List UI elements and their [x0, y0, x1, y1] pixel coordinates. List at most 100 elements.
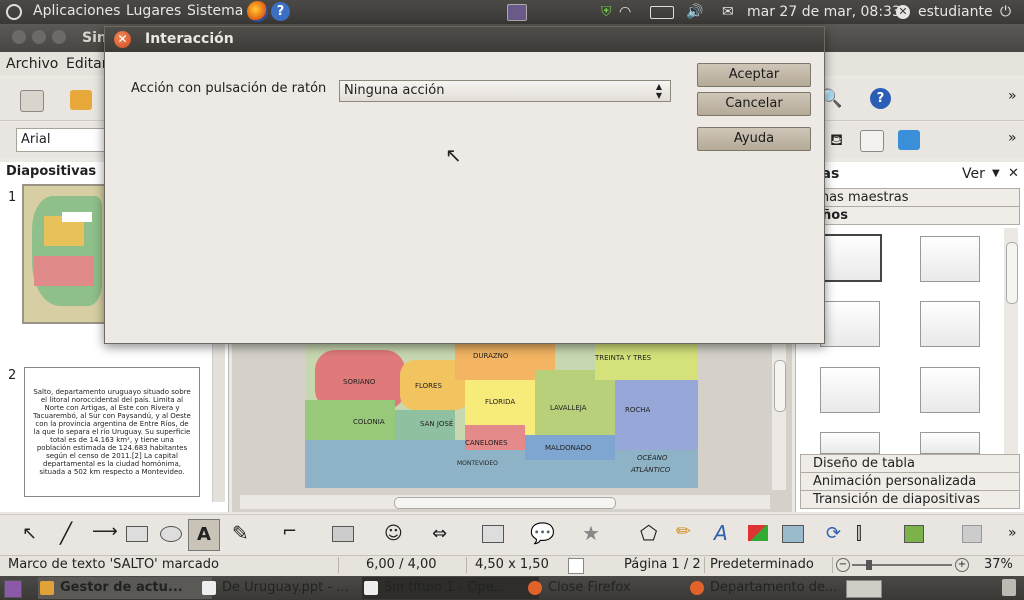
window-close-icon[interactable] [12, 30, 26, 44]
task-sin-titulo[interactable]: Sin título 1 - Ope... [362, 577, 539, 599]
spin-arrows-icon[interactable]: ▲ ▼ [656, 82, 662, 100]
user-name[interactable]: estudiante [918, 4, 993, 20]
toolbar-overflow-icon[interactable]: » [1008, 88, 1017, 104]
color-picker-icon[interactable] [898, 130, 920, 150]
flowchart-icon[interactable] [482, 525, 504, 543]
zoom-out-icon[interactable]: − [836, 558, 850, 572]
layout-extra-2[interactable] [920, 432, 980, 454]
text-attributes-icon[interactable] [860, 130, 884, 152]
map-label-lavalleja: LAVALLEJA [550, 404, 587, 412]
layout-extra-1[interactable] [820, 432, 880, 454]
extrusion-icon[interactable] [782, 525, 804, 543]
slides-scrollbar[interactable] [212, 332, 225, 502]
new-document-icon[interactable] [20, 90, 44, 112]
workspace-switcher[interactable] [846, 580, 882, 598]
document-modified-icon[interactable] [568, 558, 584, 574]
vertical-scrollbar[interactable] [772, 340, 786, 490]
section-slide-transition[interactable]: Transición de diapositivas [800, 490, 1020, 509]
accept-button[interactable]: Aceptar [697, 63, 811, 87]
ellipse-icon[interactable] [160, 526, 182, 542]
zoom-in-icon[interactable]: + [955, 558, 969, 572]
window-maximize-icon[interactable] [52, 30, 66, 44]
show-desktop-icon[interactable] [4, 580, 22, 598]
layouts-scrollbar[interactable] [1004, 228, 1018, 454]
mouse-cursor-icon: ↖ [445, 143, 462, 167]
line-icon[interactable]: ╱ [60, 521, 72, 545]
menu-editar[interactable]: Editar [66, 56, 107, 72]
layout-title-only[interactable] [820, 367, 880, 413]
rectangle-icon[interactable] [126, 526, 148, 542]
mouse-action-select[interactable]: Ninguna acción ▲ ▼ [339, 80, 671, 102]
section-table-design[interactable]: Diseño de tabla [800, 454, 1020, 473]
close-icon[interactable]: ✕ [114, 31, 131, 48]
update-shield-icon[interactable]: ⛨ [601, 4, 612, 20]
task-update-manager[interactable]: Gestor de actu... [38, 577, 212, 599]
view-menu[interactable]: Ver [962, 166, 985, 182]
power-icon[interactable]: ⏻ [1000, 4, 1011, 20]
volume-icon[interactable]: 🔊 [686, 4, 703, 20]
task-de-uruguay[interactable]: De Uruguay.ppt - ... [200, 577, 377, 599]
curve-icon[interactable]: ✎ [232, 521, 249, 545]
task-departamento[interactable]: Departamento de... [688, 577, 865, 599]
menu-places[interactable]: Lugares [126, 3, 181, 19]
connector-icon[interactable]: ⌐ [282, 521, 297, 542]
fontwork-icon[interactable]: A [714, 521, 728, 545]
paint-bucket-icon[interactable]: ⛾ [830, 130, 843, 151]
stars-icon[interactable]: ★ [582, 521, 600, 545]
section-custom-animation[interactable]: Animación personalizada [800, 472, 1020, 491]
toolbar-overflow2-icon[interactable]: » [1008, 130, 1017, 146]
align-icon[interactable]: ⫿ [856, 523, 862, 544]
slide-thumb-1[interactable] [22, 184, 110, 324]
menu-applications[interactable]: Aplicaciones [33, 3, 120, 19]
menu-archivo[interactable]: Archivo [6, 56, 58, 72]
clock[interactable]: mar 27 de mar, 08:33 [747, 4, 901, 20]
layout-blank[interactable] [820, 234, 882, 282]
close-pane-icon[interactable]: ✕ [1008, 166, 1019, 181]
status-zoom[interactable]: 37% [980, 557, 1022, 573]
help-toolbar-icon[interactable]: ? [870, 88, 891, 109]
layout-two-columns[interactable] [920, 301, 980, 347]
slide-thumb-2[interactable]: Salto, departamento uruguayo situado sob… [24, 367, 200, 497]
zoom-slider-handle[interactable] [866, 560, 872, 570]
ubuntu-logo-icon[interactable] [6, 4, 22, 20]
task-label: De Uruguay.ppt - ... [222, 580, 349, 595]
task-close-firefox[interactable]: Close Firefox [526, 577, 703, 599]
glue-points-icon[interactable]: ✏ [676, 521, 691, 542]
interaction-dialog: ✕ Interacción Acción con pulsación de ra… [104, 26, 825, 344]
layout-title-content[interactable] [920, 236, 980, 282]
points-icon[interactable]: ⬠ [640, 521, 657, 545]
trash-icon[interactable] [1002, 579, 1016, 596]
section-master-pages[interactable]: áginas maestras [800, 188, 1020, 207]
help-button[interactable]: Ayuda [697, 127, 811, 151]
block-arrows-icon[interactable]: ⇔ [432, 523, 447, 544]
callouts-icon[interactable]: 💬 [530, 521, 555, 545]
window-minimize-icon[interactable] [32, 30, 46, 44]
horizontal-scrollbar[interactable] [240, 495, 770, 509]
uruguay-map-image[interactable]: DURAZNO TREINTA Y TRES SORIANO FLORES FL… [305, 340, 698, 488]
network-manager-icon[interactable] [507, 4, 527, 21]
layout-title-list[interactable] [820, 301, 880, 347]
mail-icon[interactable]: ✉ [722, 4, 734, 20]
cancel-button[interactable]: Cancelar [697, 92, 811, 116]
font-name-input[interactable]: Arial [16, 128, 110, 152]
battery-icon[interactable] [650, 6, 674, 19]
insert-image-icon[interactable] [748, 525, 768, 541]
view-dropdown-icon[interactable]: ▼ [992, 168, 1000, 179]
basic-shapes-icon[interactable] [332, 526, 354, 542]
help-icon[interactable]: ? [271, 2, 290, 21]
draw-toolbar-overflow-icon[interactable]: » [1008, 525, 1017, 541]
line-arrow-icon[interactable]: ⟶ [92, 521, 118, 542]
firefox-icon[interactable] [247, 1, 268, 22]
group-icon[interactable] [962, 525, 982, 543]
select-arrow-icon[interactable]: ↖ [22, 523, 37, 544]
wifi-icon[interactable]: ◠ [619, 4, 631, 20]
open-folder-icon[interactable] [70, 90, 92, 110]
arrange-icon[interactable] [904, 525, 924, 543]
text-tool-icon[interactable]: A [188, 519, 220, 551]
section-layouts[interactable]: iseños [800, 206, 1020, 225]
rotate-icon[interactable]: ⟳ [826, 523, 841, 544]
symbol-shapes-icon[interactable]: ☺ [384, 523, 403, 544]
layout-centered-text[interactable] [920, 367, 980, 413]
menu-system[interactable]: Sistema [187, 3, 243, 19]
user-status-icon[interactable]: ✕ [896, 5, 910, 19]
